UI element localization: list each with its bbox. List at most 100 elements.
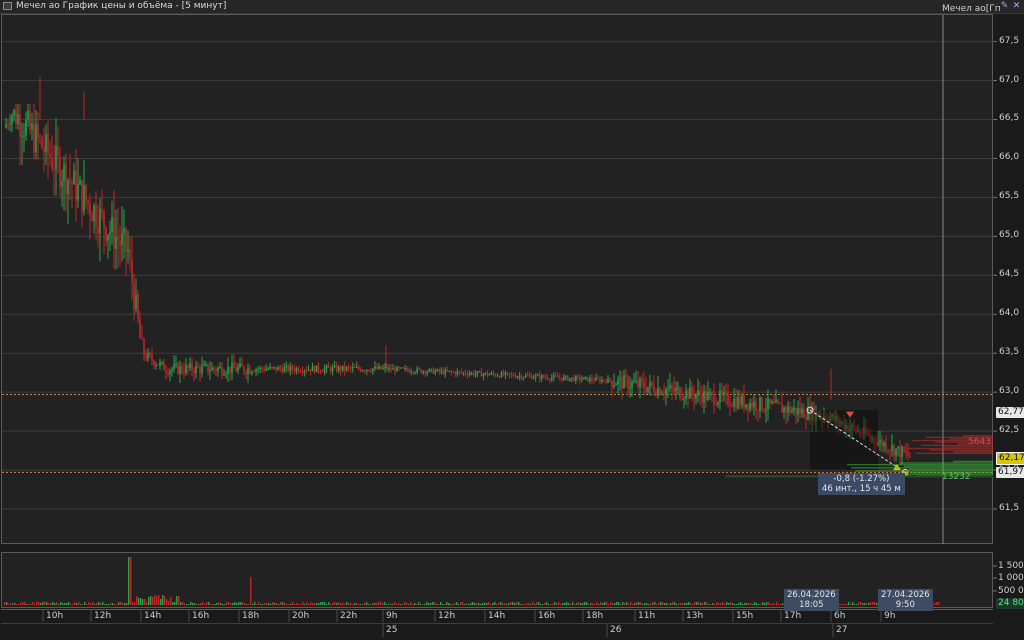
volume-bar: [356, 603, 358, 605]
candle-body: [803, 408, 805, 418]
chart-canvas[interactable]: [0, 0, 1024, 640]
candle-body: [556, 376, 559, 378]
volume-bar: [540, 604, 542, 605]
candle-body: [685, 390, 687, 399]
price-tag-last: 62,17: [996, 452, 1024, 465]
candle-body: [241, 363, 243, 367]
volume-bar: [64, 603, 66, 605]
volume-bar: [372, 603, 374, 605]
candle-body: [207, 364, 209, 372]
volume-bar: [428, 603, 430, 605]
candle-body: [225, 373, 227, 375]
volume-bar: [574, 604, 576, 605]
candle-body: [797, 408, 799, 415]
candle-body: [436, 369, 439, 372]
candle-body: [591, 378, 593, 381]
volume-bar: [720, 603, 722, 605]
volume-bar: [154, 595, 156, 605]
volume-bar: [398, 603, 400, 605]
candle-body: [362, 370, 364, 372]
volume-bar: [230, 603, 232, 605]
volume-bar: [146, 602, 148, 605]
volume-bar: [188, 604, 190, 605]
volume-bar: [390, 604, 392, 605]
volume-bar: [312, 603, 314, 605]
volume-bar: [332, 603, 334, 605]
candle-body: [305, 370, 308, 372]
volume-bar: [648, 604, 650, 605]
volume-bar: [176, 596, 178, 605]
candle-body: [59, 156, 61, 187]
bid-depth-bar: [851, 467, 993, 469]
candle-body: [536, 374, 539, 376]
candle-body: [605, 380, 607, 383]
candle-body: [747, 404, 749, 411]
volume-bar: [382, 603, 384, 605]
volume-bar: [418, 602, 420, 605]
candle-body: [149, 352, 151, 356]
candle-body: [663, 393, 665, 395]
volume-bar: [666, 603, 668, 605]
candle-body: [117, 237, 119, 242]
candle-body: [575, 376, 577, 381]
candle-body: [745, 404, 747, 408]
measure-change: -0,8 (-1.27%): [833, 474, 890, 484]
candle-body: [510, 374, 513, 376]
candle-body: [83, 185, 85, 212]
candle-body: [283, 367, 286, 373]
candle-body: [901, 447, 903, 458]
candle-body: [9, 123, 11, 125]
volume-bar: [186, 604, 188, 605]
volume-bar: [200, 603, 202, 605]
date-marker-end-time: 9:50: [895, 600, 915, 610]
volume-bar: [632, 604, 634, 605]
candle-body: [601, 379, 603, 382]
candle-body: [121, 233, 123, 246]
candle-body: [454, 371, 457, 375]
candle-body: [480, 371, 483, 377]
volume-bar: [44, 602, 46, 605]
candle-body: [478, 371, 481, 373]
volume-bar: [82, 604, 84, 605]
volume-bar: [456, 602, 458, 605]
volume-bar: [864, 603, 866, 605]
volume-bar: [868, 603, 870, 605]
hour-label: 10h: [46, 611, 64, 621]
volume-bar: [490, 604, 492, 605]
volume-bar: [526, 603, 528, 605]
volume-bar: [258, 602, 260, 605]
volume-bar: [854, 604, 856, 605]
volume-bar: [604, 602, 606, 605]
volume-bar: [586, 602, 588, 605]
candle-body: [585, 376, 587, 378]
candle-body: [47, 133, 49, 154]
volume-bar: [460, 602, 462, 605]
volume-bar: [408, 604, 410, 605]
candle-body: [69, 180, 71, 183]
volume-bar: [536, 602, 538, 605]
day-label: 27: [836, 625, 848, 635]
volume-bar: [870, 602, 872, 605]
volume-bar: [70, 604, 72, 605]
candle-body: [303, 370, 306, 373]
volume-bar: [414, 603, 416, 605]
volume-bar: [936, 602, 938, 605]
volume-bar: [368, 604, 370, 605]
volume-bar: [700, 603, 702, 605]
volume-bar: [692, 604, 694, 605]
volume-bar: [570, 604, 572, 605]
volume-bar: [750, 603, 752, 605]
volume-bar: [872, 602, 874, 605]
candle-body: [552, 375, 555, 378]
volume-bar: [606, 602, 608, 605]
candle-body: [27, 110, 29, 120]
volume-bar: [852, 602, 854, 605]
candle-body: [15, 109, 17, 125]
candle-body: [805, 417, 807, 420]
volume-bar: [498, 603, 500, 605]
candle-body: [372, 368, 374, 372]
volume-bar: [132, 602, 134, 605]
volume-bar: [194, 603, 196, 605]
candle-body: [147, 352, 149, 359]
candle-body: [607, 378, 609, 383]
